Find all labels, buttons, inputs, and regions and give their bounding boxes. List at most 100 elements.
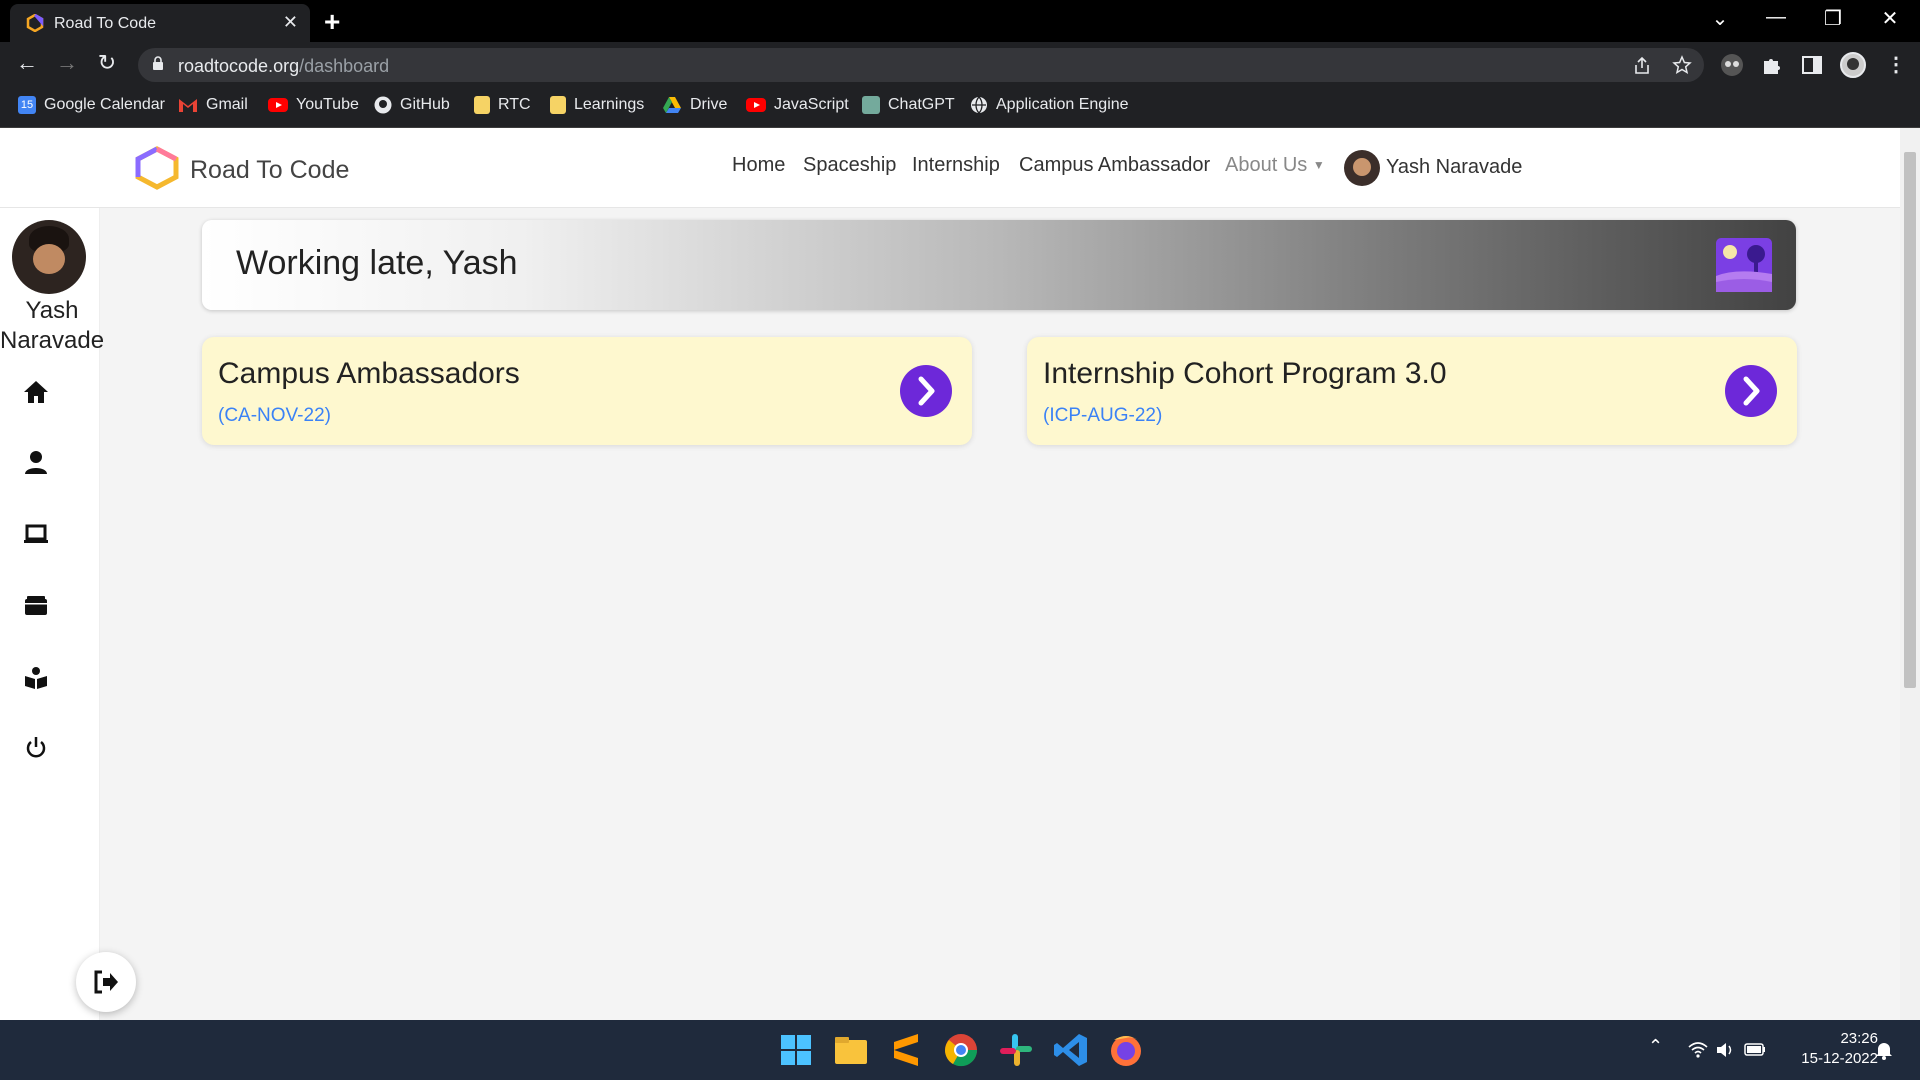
back-button[interactable]: ←	[12, 50, 42, 76]
bookmark-label: Application Engine	[996, 96, 1129, 113]
bookmark-star-icon[interactable]	[1672, 55, 1692, 75]
notification-icon[interactable]	[1874, 1040, 1894, 1060]
extension-avatar-icon[interactable]	[1720, 53, 1744, 77]
bookmark-label: JavaScript	[774, 96, 849, 113]
lock-icon	[153, 56, 163, 70]
card-code[interactable]: (ICP-AUG-22)	[1043, 405, 1162, 427]
share-icon[interactable]	[1632, 56, 1652, 76]
bookmark-javascript[interactable]: JavaScript	[746, 96, 849, 114]
sidebar-user-first: Yash	[25, 297, 79, 324]
volume-icon[interactable]	[1714, 1039, 1736, 1061]
browser-tab[interactable]: Road To Code ✕	[10, 4, 310, 42]
bookmark-rtc[interactable]: RTC	[474, 96, 531, 114]
road-to-code-logo[interactable]	[134, 146, 180, 190]
nav-campus-ambassador[interactable]: Campus Ambassador	[1019, 154, 1210, 177]
greeting-text: Working late, Yash	[236, 244, 518, 282]
bookmark-gmail[interactable]: Gmail	[178, 96, 248, 114]
chatgpt-icon	[862, 96, 880, 114]
landscape-image-icon	[1716, 238, 1772, 292]
profile-avatar[interactable]	[1840, 52, 1866, 78]
close-window-button[interactable]: ✕	[1870, 6, 1910, 31]
side-panel-icon[interactable]	[1801, 54, 1823, 76]
sublime-text-icon[interactable]	[886, 1030, 926, 1070]
program-card-campus-ambassadors[interactable]: Campus Ambassadors (CA-NOV-22)	[202, 337, 972, 445]
vscode-icon[interactable]	[1051, 1030, 1091, 1070]
folder-icon	[474, 96, 490, 114]
card-title: Internship Cohort Program 3.0	[1043, 357, 1447, 390]
new-tab-button[interactable]: +	[324, 6, 340, 38]
minimize-button[interactable]: —	[1756, 6, 1796, 29]
bookmark-chatgpt[interactable]: ChatGPT	[862, 96, 955, 114]
drive-icon	[663, 97, 681, 113]
tab-favicon-icon	[26, 14, 44, 32]
tray-overflow-icon[interactable]: ⌃	[1648, 1036, 1663, 1057]
sidebar-avatar[interactable]	[12, 220, 86, 294]
reader-icon[interactable]	[22, 664, 50, 692]
chrome-icon[interactable]	[941, 1030, 981, 1070]
page-scrollbar[interactable]	[1900, 128, 1920, 1020]
greeting-banner: Working late, Yash	[202, 220, 1796, 310]
sidebar: Yash Naravade	[0, 208, 136, 1020]
forward-button[interactable]: →	[52, 50, 82, 76]
bookmarks-bar: 15 Google Calendar Gmail YouTube GitHub …	[0, 88, 1920, 128]
nav-about-us[interactable]: About Us ▼	[1225, 154, 1325, 177]
wifi-icon[interactable]	[1687, 1039, 1709, 1061]
windows-start-icon[interactable]	[776, 1030, 816, 1070]
extensions-puzzle-icon[interactable]	[1761, 54, 1783, 76]
power-icon[interactable]	[22, 734, 50, 762]
slack-icon[interactable]	[996, 1030, 1036, 1070]
bookmark-drive[interactable]: Drive	[662, 96, 727, 114]
battery-icon[interactable]	[1744, 1040, 1766, 1058]
bookmark-github[interactable]: GitHub	[374, 96, 450, 114]
open-program-button[interactable]	[1725, 365, 1777, 417]
bookmark-learnings[interactable]: Learnings	[550, 96, 644, 114]
clock-date[interactable]: 15-12-2022	[1776, 1050, 1878, 1067]
user-icon[interactable]	[22, 448, 50, 476]
site-name[interactable]: Road To Code	[190, 156, 349, 185]
logout-button[interactable]	[76, 952, 136, 1012]
browser-toolbar: ← → ↻ roadtocode.org/dashboard ⋮	[0, 42, 1920, 88]
tab-title: Road To Code	[54, 15, 156, 32]
wallet-icon[interactable]	[22, 592, 50, 620]
file-explorer-icon[interactable]	[831, 1030, 871, 1070]
scrollbar-thumb[interactable]	[1904, 152, 1916, 688]
bookmark-youtube[interactable]: YouTube	[268, 96, 359, 114]
url-text: roadtocode.org/dashboard	[178, 56, 389, 77]
nav-about-us-label: About Us	[1225, 154, 1308, 176]
card-code[interactable]: (CA-NOV-22)	[218, 405, 331, 427]
reload-button[interactable]: ↻	[92, 50, 122, 76]
open-program-button[interactable]	[900, 365, 952, 417]
nav-internship[interactable]: Internship	[912, 154, 1000, 177]
address-bar[interactable]: roadtocode.org/dashboard	[138, 48, 1704, 82]
folder-icon	[550, 96, 566, 114]
nav-home[interactable]: Home	[732, 154, 785, 177]
bookmark-label: Google Calendar	[44, 96, 165, 113]
gmail-icon	[179, 99, 197, 112]
os-taskbar: ⌃ 23:26 15-12-2022	[0, 1020, 1920, 1080]
laptop-icon[interactable]	[22, 520, 50, 548]
header-avatar[interactable]	[1344, 150, 1380, 186]
sign-out-icon	[94, 970, 118, 994]
calendar-icon: 15	[18, 96, 36, 114]
sidebar-user-name: Yash Naravade	[0, 296, 104, 356]
firefox-icon[interactable]	[1106, 1030, 1146, 1070]
program-card-internship-cohort[interactable]: Internship Cohort Program 3.0 (ICP-AUG-2…	[1027, 337, 1797, 445]
header-user-name[interactable]: Yash Naravade	[1386, 156, 1522, 179]
browser-menu-icon[interactable]: ⋮	[1886, 52, 1906, 77]
clock-time[interactable]: 23:26	[1788, 1030, 1878, 1047]
bookmark-label: RTC	[498, 96, 531, 113]
tab-close-icon[interactable]: ✕	[283, 12, 298, 33]
caret-down-icon: ▼	[1312, 158, 1325, 172]
browser-titlebar: Road To Code ✕ + ⌄ — ❐ ✕	[0, 0, 1920, 42]
bookmark-label: GitHub	[400, 96, 450, 113]
site-header: Road To Code Home Spaceship Internship C…	[0, 128, 1900, 208]
tab-search-icon[interactable]: ⌄	[1700, 6, 1740, 31]
bookmark-application-engine[interactable]: Application Engine	[970, 96, 1129, 114]
restore-button[interactable]: ❐	[1813, 6, 1853, 31]
chevron-right-icon	[918, 376, 935, 406]
nav-spaceship[interactable]: Spaceship	[803, 154, 896, 177]
bookmark-google-calendar[interactable]: 15 Google Calendar	[18, 96, 165, 114]
sidebar-user-last: Naravade	[0, 327, 105, 354]
bookmark-label: YouTube	[296, 96, 359, 113]
home-icon[interactable]	[22, 378, 50, 406]
